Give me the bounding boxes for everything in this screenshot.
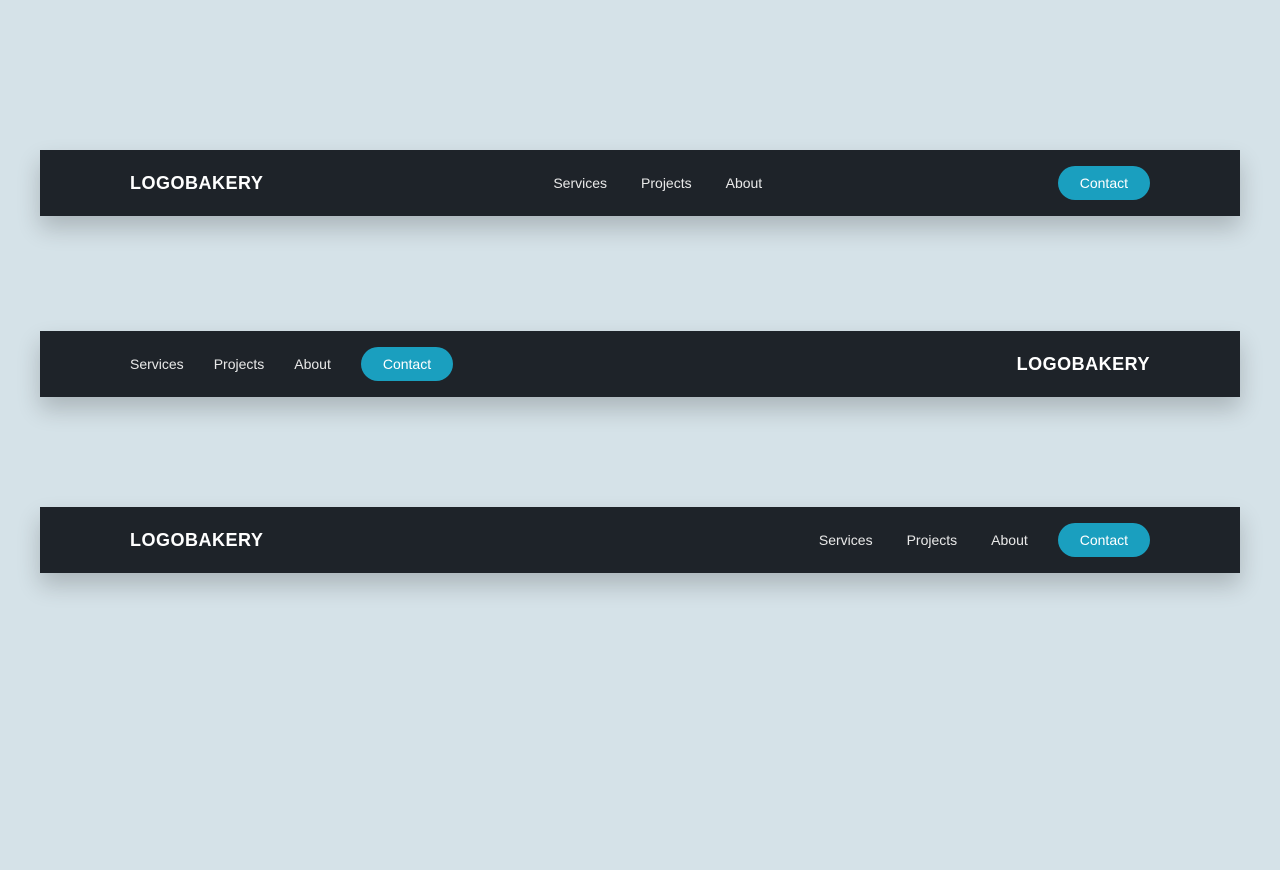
contact-button[interactable]: Contact [361,347,453,381]
nav-links-group: Services Projects About [819,532,1028,548]
nav-link-projects[interactable]: Projects [214,356,265,372]
contact-button[interactable]: Contact [1058,166,1150,200]
nav-links-group: Services Projects About [553,175,762,191]
nav-link-about[interactable]: About [294,356,331,372]
brand-logo[interactable]: LOGOBAKERY [1017,354,1150,375]
nav-links-group: Services Projects About [130,356,331,372]
nav-link-projects[interactable]: Projects [641,175,692,191]
nav-link-services[interactable]: Services [553,175,607,191]
nav-link-about[interactable]: About [726,175,763,191]
nav-link-about[interactable]: About [991,532,1028,548]
nav-link-services[interactable]: Services [819,532,873,548]
navbar-variant-2: Services Projects About Contact LOGOBAKE… [40,331,1240,397]
brand-logo[interactable]: LOGOBAKERY [130,173,263,194]
contact-button[interactable]: Contact [1058,523,1150,557]
nav-link-projects[interactable]: Projects [907,532,958,548]
navbar-variant-3: LOGOBAKERY Services Projects About Conta… [40,507,1240,573]
brand-logo[interactable]: LOGOBAKERY [130,530,263,551]
navbar-variant-1: LOGOBAKERY Services Projects About Conta… [40,150,1240,216]
nav-link-services[interactable]: Services [130,356,184,372]
